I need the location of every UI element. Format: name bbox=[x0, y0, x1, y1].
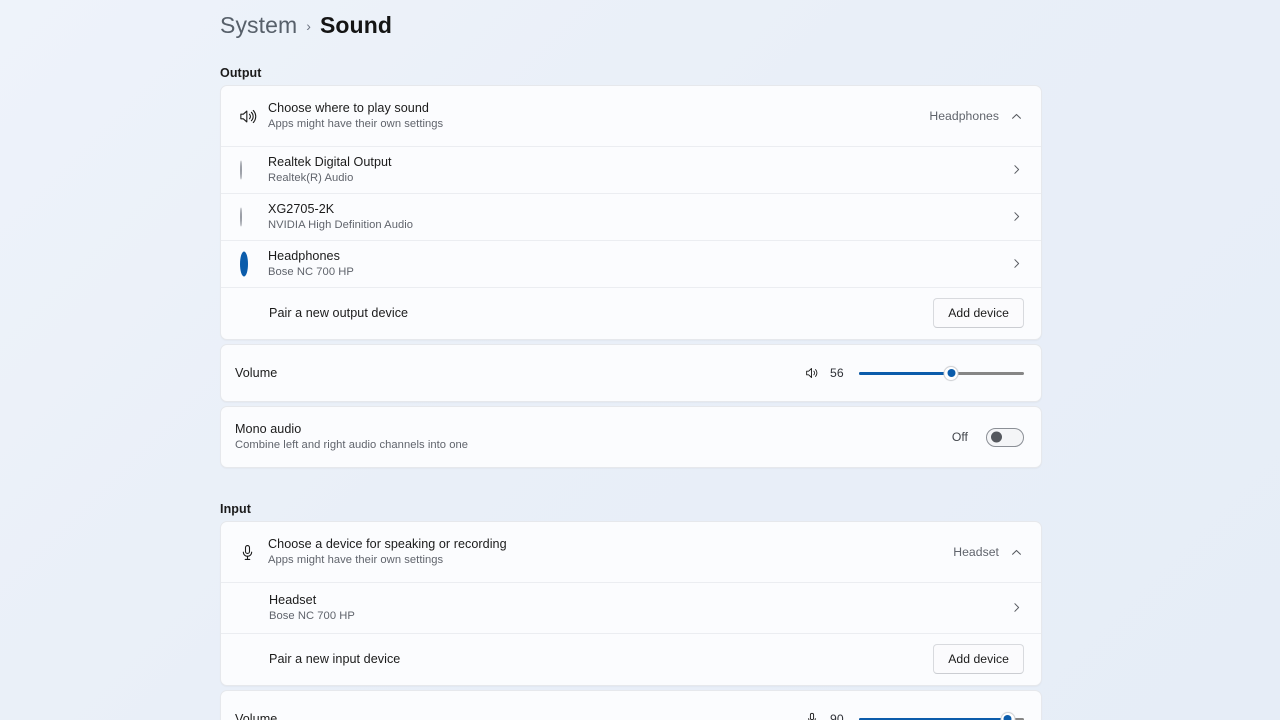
pair-input-device-row: Pair a new input device Add device bbox=[221, 633, 1041, 685]
output-volume-label: Volume bbox=[235, 366, 278, 380]
microphone-icon bbox=[238, 543, 268, 562]
microphone-icon[interactable] bbox=[803, 710, 821, 720]
mono-audio-texts: Mono audio Combine left and right audio … bbox=[235, 421, 952, 453]
input-chooser-subtitle: Apps might have their own settings bbox=[268, 554, 444, 566]
table-row[interactable]: Headphones Bose NC 700 HP bbox=[221, 240, 1041, 287]
section-heading-output: Output bbox=[220, 66, 262, 80]
mono-audio-state-label: Off bbox=[951, 430, 968, 444]
device-texts: XG2705-2K NVIDIA High Definition Audio bbox=[268, 201, 1008, 233]
slider-fill bbox=[859, 371, 952, 375]
mono-audio-row: Mono audio Combine left and right audio … bbox=[221, 407, 1041, 467]
output-selected-device-value: Headphones bbox=[929, 109, 999, 123]
chevron-up-icon[interactable] bbox=[1008, 108, 1024, 124]
device-name: Headset bbox=[269, 592, 317, 607]
input-chooser-value-group[interactable]: Headset bbox=[953, 544, 1024, 560]
output-volume-slider[interactable] bbox=[859, 364, 1024, 382]
table-row[interactable]: Headset Bose NC 700 HP bbox=[221, 582, 1041, 633]
device-texts: Headphones Bose NC 700 HP bbox=[268, 248, 1008, 280]
output-device-card: Choose where to play sound Apps might ha… bbox=[220, 85, 1042, 340]
radio-button-selected[interactable] bbox=[240, 251, 257, 276]
speaker-icon[interactable] bbox=[803, 364, 821, 382]
mono-audio-title: Mono audio bbox=[235, 422, 302, 436]
input-device-card: Choose a device for speaking or recordin… bbox=[220, 521, 1042, 686]
section-heading-input: Input bbox=[220, 502, 252, 516]
toggle-knob bbox=[991, 431, 1002, 443]
output-chooser-row[interactable]: Choose where to play sound Apps might ha… bbox=[221, 86, 1041, 146]
slider-thumb[interactable] bbox=[1000, 711, 1015, 720]
pair-output-device-row: Pair a new output device Add device bbox=[221, 287, 1041, 339]
slider-thumb[interactable] bbox=[943, 365, 959, 381]
breadcrumb: System › Sound bbox=[220, 12, 1042, 46]
input-volume-slider[interactable] bbox=[859, 710, 1024, 720]
mono-audio-toggle-group[interactable]: Off bbox=[951, 427, 1024, 447]
input-volume-card: Volume 90 bbox=[220, 690, 1042, 720]
pair-input-device-label: Pair a new input device bbox=[269, 652, 401, 666]
speaker-icon bbox=[238, 107, 268, 126]
output-volume-controls[interactable]: 56 bbox=[803, 364, 1024, 382]
breadcrumb-parent-system[interactable]: System bbox=[220, 12, 297, 39]
input-chooser-title: Choose a device for speaking or recordin… bbox=[268, 537, 507, 551]
mono-audio-card: Mono audio Combine left and right audio … bbox=[220, 406, 1042, 468]
add-input-device-button[interactable]: Add device bbox=[933, 644, 1024, 674]
device-detail: Bose NC 700 HP bbox=[269, 609, 355, 622]
input-chooser-texts: Choose a device for speaking or recordin… bbox=[268, 536, 953, 568]
settings-content: System › Sound Output Choose where to pl… bbox=[220, 0, 1042, 720]
pair-output-texts: Pair a new output device bbox=[269, 304, 933, 322]
device-texts: Headset Bose NC 700 HP bbox=[269, 592, 1008, 624]
output-chooser-subtitle: Apps might have their own settings bbox=[268, 118, 444, 130]
output-volume-row: Volume 56 bbox=[221, 345, 1041, 401]
output-chooser-title: Choose where to play sound bbox=[268, 101, 429, 115]
device-name: Realtek Digital Output bbox=[268, 154, 392, 169]
device-texts: Realtek Digital Output Realtek(R) Audio bbox=[268, 154, 1008, 186]
output-chooser-value-group[interactable]: Headphones bbox=[929, 108, 1024, 124]
input-chooser-row[interactable]: Choose a device for speaking or recordin… bbox=[221, 522, 1041, 582]
pair-input-texts: Pair a new input device bbox=[269, 650, 933, 668]
page-title: Sound bbox=[319, 12, 393, 38]
chevron-right-icon[interactable] bbox=[1008, 600, 1024, 616]
mono-audio-toggle[interactable] bbox=[986, 427, 1024, 447]
add-output-device-button[interactable]: Add device bbox=[933, 298, 1024, 328]
mono-audio-subtitle: Combine left and right audio channels in… bbox=[235, 439, 469, 451]
device-detail: Realtek(R) Audio bbox=[268, 171, 354, 184]
device-detail: Bose NC 700 HP bbox=[268, 265, 354, 278]
input-volume-controls[interactable]: 90 bbox=[803, 710, 1024, 720]
radio-button[interactable] bbox=[240, 207, 257, 226]
output-volume-value: 56 bbox=[830, 366, 844, 380]
device-detail: NVIDIA High Definition Audio bbox=[268, 218, 414, 231]
input-selected-device-value: Headset bbox=[953, 545, 999, 559]
chevron-up-icon[interactable] bbox=[1008, 544, 1024, 560]
device-name: XG2705-2K bbox=[268, 201, 335, 216]
input-volume-texts: Volume bbox=[235, 710, 803, 720]
table-row[interactable]: Realtek Digital Output Realtek(R) Audio bbox=[221, 146, 1041, 193]
input-volume-row: Volume 90 bbox=[221, 691, 1041, 720]
radio-button[interactable] bbox=[240, 160, 257, 179]
chevron-right-icon[interactable] bbox=[1008, 209, 1024, 225]
breadcrumb-separator-icon: › bbox=[306, 18, 311, 34]
output-chooser-texts: Choose where to play sound Apps might ha… bbox=[268, 100, 929, 132]
input-volume-label: Volume bbox=[235, 712, 278, 720]
output-volume-card: Volume 56 bbox=[220, 344, 1042, 402]
input-volume-value: 90 bbox=[830, 712, 844, 720]
table-row[interactable]: XG2705-2K NVIDIA High Definition Audio bbox=[221, 193, 1041, 240]
settings-page: System › Sound Output Choose where to pl… bbox=[0, 0, 1280, 720]
pair-output-device-label: Pair a new output device bbox=[269, 306, 409, 320]
chevron-right-icon[interactable] bbox=[1008, 256, 1024, 272]
device-name: Headphones bbox=[268, 248, 340, 263]
chevron-right-icon[interactable] bbox=[1008, 162, 1024, 178]
output-volume-texts: Volume bbox=[235, 364, 803, 382]
